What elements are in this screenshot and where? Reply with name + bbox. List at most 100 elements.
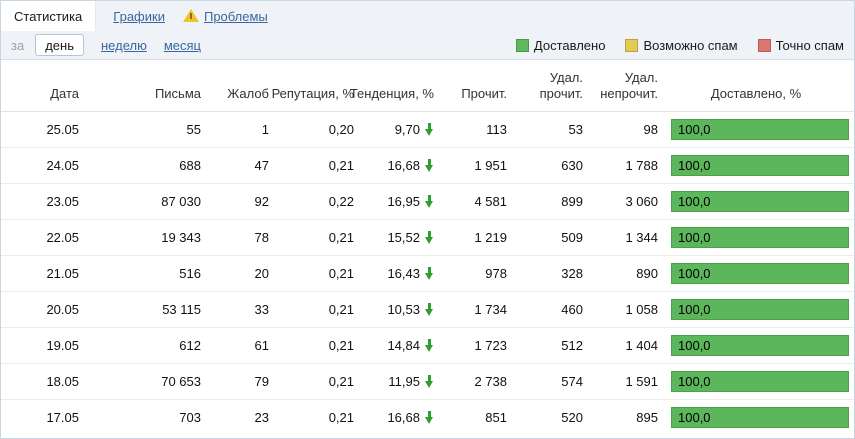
trend-down-arrow-icon: [425, 231, 434, 244]
tab-statistics-label: Статистика: [14, 8, 83, 24]
table-row: 22.05 19 343 78 0,21 15,52 1 219 509 1 344 100,0: [1, 219, 854, 255]
cell-deleted-unread: 1 058: [625, 302, 658, 317]
filter-bar: за день неделю месяц Доставлено Возможно…: [1, 31, 854, 60]
cell-complaints: 1: [261, 122, 269, 137]
header-read: Прочит.: [461, 85, 507, 101]
cell-date: 18.05: [46, 374, 79, 389]
cell-deleted-read: 899: [561, 194, 583, 209]
cell-complaints: 61: [254, 338, 269, 353]
cell-complaints: 47: [254, 158, 269, 173]
header-reputation: Репутация, %: [271, 85, 354, 101]
cell-deleted-unread: 895: [636, 410, 658, 425]
cell-letters: 55: [186, 122, 201, 137]
cell-delivered: 100,0: [658, 155, 854, 176]
cell-deleted-read: 460: [561, 302, 583, 317]
tab-charts[interactable]: Графики: [113, 1, 165, 31]
period-prefix-label: за: [11, 37, 25, 53]
trend-down-arrow-icon: [425, 195, 434, 208]
cell-trend: 16,68: [354, 158, 434, 173]
cell-complaints: 78: [254, 230, 269, 245]
header-date: Дата: [50, 85, 79, 101]
delivered-bar: 100,0: [671, 191, 849, 212]
tab-statistics[interactable]: Статистика: [1, 1, 97, 31]
table-row: 20.05 53 115 33 0,21 10,53 1 734 460 1 058 100,0: [1, 291, 854, 327]
delivered-bar: 100,0: [671, 227, 849, 248]
cell-date: 20.05: [46, 302, 79, 317]
table-row: 18.05 70 653 79 0,21 11,95 2 738 574 1 591 100,0: [1, 363, 854, 399]
warning-triangle-icon: [182, 9, 199, 23]
period-month-link[interactable]: месяц: [164, 38, 201, 53]
cell-reputation: 0,20: [328, 122, 354, 137]
tab-problems-wrap: Проблемы: [165, 1, 268, 31]
legend: Доставлено Возможно спам Точно спам: [496, 38, 844, 53]
delivered-bar: 100,0: [671, 263, 849, 284]
table-row: 21.05 516 20 0,21 16,43 978 328 890 100,0: [1, 255, 854, 291]
cell-deleted-read: 520: [561, 410, 583, 425]
cell-letters: 688: [179, 158, 201, 173]
table-row: 23.05 87 030 92 0,22 16,95 4 581 899 3 060 100,0: [1, 183, 854, 219]
header-deleted-unread: Удал. непрочит.: [600, 69, 658, 101]
table-row: 25.05 55 1 0,20 9,70 113 53 98 100,0: [1, 112, 854, 147]
trend-down-arrow-icon: [425, 123, 434, 136]
cell-read: 978: [485, 266, 507, 281]
delivered-bar: 100,0: [671, 407, 849, 428]
cell-deleted-unread: 890: [636, 266, 658, 281]
table-body: 25.05 55 1 0,20 9,70 113 53 98 100,0 24.05 688 47 0,…: [1, 112, 854, 435]
legend-maybe-spam-label: Возможно спам: [643, 37, 738, 53]
cell-deleted-unread: 1 591: [625, 374, 658, 389]
cell-trend: 11,95: [354, 374, 434, 389]
cell-read: 851: [485, 410, 507, 425]
cell-reputation: 0,21: [328, 374, 354, 389]
trend-down-arrow-icon: [425, 303, 434, 316]
legend-item-delivered: Доставлено: [515, 37, 606, 53]
cell-reputation: 0,21: [328, 338, 354, 353]
legend-delivered-label: Доставлено: [533, 37, 606, 53]
cell-deleted-read: 509: [561, 230, 583, 245]
delivered-bar: 100,0: [671, 155, 849, 176]
cell-read: 1 951: [474, 158, 507, 173]
cell-delivered: 100,0: [658, 227, 854, 248]
period-week-link[interactable]: неделю: [101, 38, 147, 53]
delivered-bar: 100,0: [671, 335, 849, 356]
cell-reputation: 0,21: [328, 302, 354, 317]
trend-down-arrow-icon: [425, 375, 434, 388]
cell-date: 22.05: [46, 230, 79, 245]
cell-date: 25.05: [46, 122, 79, 137]
cell-letters: 53 115: [162, 302, 201, 317]
delivered-bar: 100,0: [671, 299, 849, 320]
table-row: 17.05 703 23 0,21 16,68 851 520 895 100,0: [1, 399, 854, 435]
table-header: Дата Письма Жалоб Репутация, % Тенденция…: [1, 60, 854, 112]
header-delivered: Доставлено, %: [710, 85, 802, 101]
delivered-swatch-icon: [515, 38, 529, 52]
header-complaints: Жалоб: [227, 85, 269, 101]
delivered-bar: 100,0: [671, 371, 849, 392]
trend-down-arrow-icon: [425, 339, 434, 352]
trend-down-arrow-icon: [425, 159, 434, 172]
cell-delivered: 100,0: [658, 299, 854, 320]
cell-letters: 516: [179, 266, 201, 281]
cell-letters: 70 653: [161, 374, 201, 389]
cell-deleted-read: 512: [561, 338, 583, 353]
cell-delivered: 100,0: [658, 407, 854, 428]
cell-deleted-unread: 1 788: [625, 158, 658, 173]
statistics-widget: Статистика Графики Проблемы за день неде…: [0, 0, 855, 439]
header-letters: Письма: [154, 85, 201, 101]
cell-read: 1 219: [474, 230, 507, 245]
cell-deleted-unread: 1 404: [625, 338, 658, 353]
trend-down-arrow-icon: [425, 411, 434, 424]
cell-complaints: 20: [254, 266, 269, 281]
period-day-button[interactable]: день: [35, 34, 84, 56]
cell-read: 1 734: [474, 302, 507, 317]
cell-letters: 19 343: [161, 230, 201, 245]
cell-date: 19.05: [46, 338, 79, 353]
tab-problems[interactable]: Проблемы: [204, 9, 268, 24]
delivered-bar: 100,0: [671, 119, 849, 140]
legend-item-spam: Точно спам: [757, 38, 844, 53]
cell-read: 113: [486, 122, 507, 137]
cell-deleted-unread: 98: [643, 122, 658, 137]
cell-deleted-read: 328: [561, 266, 583, 281]
cell-date: 21.05: [46, 266, 79, 281]
cell-delivered: 100,0: [658, 119, 854, 140]
cell-letters: 87 030: [161, 194, 201, 209]
trend-down-arrow-icon: [425, 267, 434, 280]
